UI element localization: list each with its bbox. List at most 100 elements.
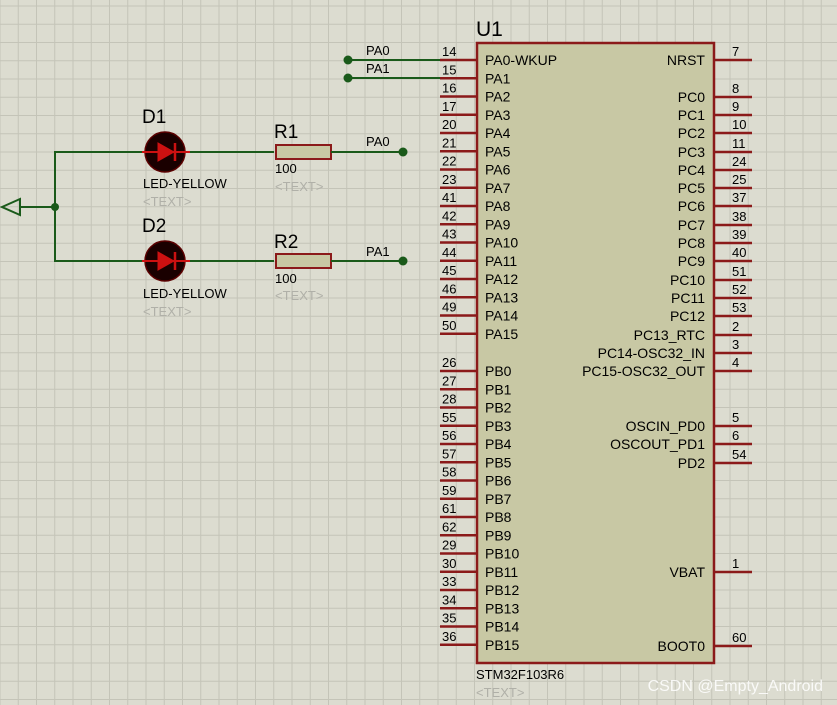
net-label-pa1: PA1 [366,244,390,259]
r2-text: <TEXT> [275,288,323,303]
pin-number: 61 [442,501,456,516]
pin-number: 43 [442,227,456,242]
pin-name: PA13 [485,289,518,305]
pin-name: PB15 [485,637,519,653]
pin-number: 20 [442,117,456,132]
pin-name: PA7 [485,180,511,196]
net-label-pa0: PA0 [366,134,390,149]
d1-text: <TEXT> [143,194,191,209]
net-terminal-dot [398,256,408,266]
pin-name: PC0 [678,89,705,105]
r1-text: <TEXT> [275,179,323,194]
pin-number: 6 [732,428,739,443]
pin-name: PA9 [485,216,511,232]
pin-name: PB11 [485,564,518,580]
pin-name: PA14 [485,308,518,324]
pin-number: 7 [732,44,739,59]
watermark: CSDN @Empty_Android [648,678,823,695]
pin-number: 46 [442,281,456,296]
pin-name: PC9 [678,253,705,269]
d2-value: LED-YELLOW [143,286,228,301]
chip-u1[interactable]: U1 14PA0-WKUP15PA116PA217PA320PA421PA522… [440,18,752,700]
pin-number: 51 [732,264,746,279]
pin-name: PB7 [485,491,512,507]
net-terminal-dot [398,147,408,157]
pin-number: 57 [442,446,456,461]
pin-name: PA1 [485,70,511,86]
pin-number: 34 [442,592,456,607]
pin-name: PA2 [485,89,511,105]
pin-name: PB2 [485,400,512,416]
d1-value: LED-YELLOW [143,176,228,191]
pin-name: PA12 [485,271,518,287]
pin-number: 50 [442,318,456,333]
pin-name: OSCOUT_PD1 [610,436,705,452]
net-label-pa0: PA0 [366,43,390,58]
pin-number: 54 [732,447,746,462]
pin-name: PB10 [485,546,519,562]
pin-number: 35 [442,611,456,626]
pin-name: PC1 [678,107,705,123]
pin-number: 4 [732,355,739,370]
pin-number: 11 [732,136,746,151]
pin-name: PC10 [670,272,705,288]
led-d2[interactable]: D2 LED-YELLOW <TEXT> [142,216,228,319]
pin-number: 16 [442,81,456,96]
resistor-r2[interactable]: R2 100 <TEXT> [274,232,332,303]
net-terminal-dot [343,55,353,65]
pin-name: PC3 [678,144,705,160]
pin-name: PC15-OSC32_OUT [582,363,705,379]
pin-name: BOOT0 [658,638,706,654]
pin-name: PB1 [485,381,512,397]
chip-ref: U1 [476,18,503,41]
pin-name: PA10 [485,235,518,251]
pin-number: 40 [732,245,746,260]
pin-name: PA8 [485,198,511,214]
pin-name: PC4 [678,162,705,178]
pin-name: PB12 [485,582,519,598]
pin-name: PB6 [485,473,512,489]
pin-name: OSCIN_PD0 [626,418,706,434]
pin-number: 53 [732,300,746,315]
pin-number: 56 [442,428,456,443]
pin-number: 25 [732,172,746,187]
pin-number: 23 [442,172,456,187]
pin-number: 21 [442,135,456,150]
chip-part: STM32F103R6 [476,667,564,682]
d1-ref: D1 [142,107,166,128]
pin-name: PB9 [485,527,512,543]
pin-number: 49 [442,300,456,315]
pin-name: PA0-WKUP [485,52,557,68]
d2-ref: D2 [142,216,166,237]
pin-number: 17 [442,99,456,114]
resistor-r1[interactable]: R1 100 <TEXT> [274,122,332,194]
pin-number: 60 [732,630,746,645]
pin-number: 22 [442,154,456,169]
pin-number: 39 [732,227,746,242]
schematic-canvas[interactable]: D1 LED-YELLOW <TEXT> D2 LED-YELLOW <TEXT… [0,0,837,705]
pin-number: 59 [442,483,456,498]
chip-text: <TEXT> [476,685,524,700]
pin-number: 9 [732,99,739,114]
pin-name: PB0 [485,363,512,379]
pin-number: 15 [442,62,456,77]
pin-number: 2 [732,319,739,334]
pin-name: PC2 [678,125,705,141]
pin-number: 42 [442,208,456,223]
r2-ref: R2 [274,232,298,253]
pin-name: PA15 [485,326,518,342]
net-label-pa1: PA1 [366,61,390,76]
pin-name: PA11 [485,253,517,269]
pin-number: 29 [442,538,456,553]
wire[interactable] [348,59,440,79]
pin-number: 10 [732,117,746,132]
pin-number: 3 [732,337,739,352]
pin-name: PD2 [678,455,705,471]
d2-text: <TEXT> [143,304,191,319]
r1-ref: R1 [274,122,298,143]
led-d1[interactable]: D1 LED-YELLOW <TEXT> [142,107,228,209]
pin-number: 14 [442,44,456,59]
pin-number: 27 [442,373,456,388]
pin-name: PA5 [485,143,511,159]
pin-name: PB3 [485,418,512,434]
